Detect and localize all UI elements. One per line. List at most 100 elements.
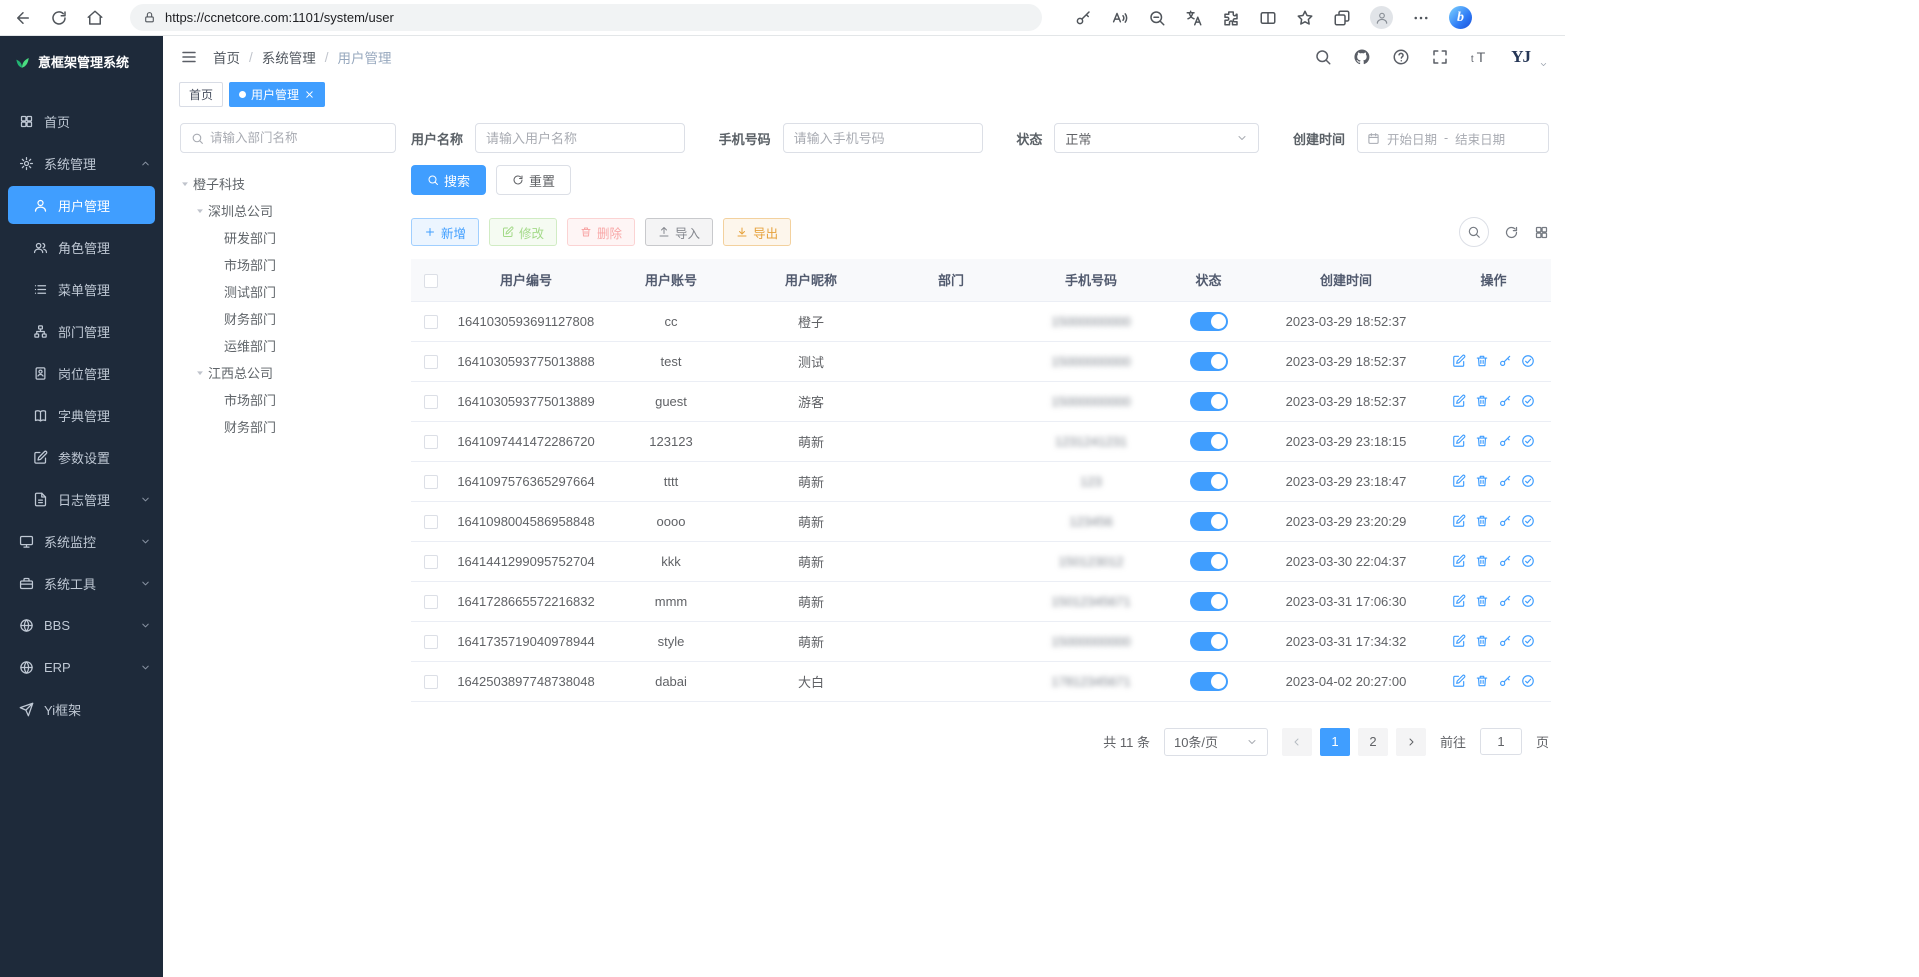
row-checkbox[interactable] [424, 315, 438, 329]
delete-row-icon[interactable] [1475, 554, 1489, 568]
tree-node[interactable]: 深圳总公司 [180, 197, 396, 224]
user-avatar[interactable]: YJ [1511, 47, 1530, 67]
reset-password-icon[interactable] [1498, 554, 1512, 568]
page-size-select[interactable]: 10条/页 [1164, 728, 1268, 756]
font-size-icon[interactable]: tT [1470, 47, 1490, 67]
sidebar-item-role[interactable]: 角色管理 [0, 226, 163, 268]
extensions-icon[interactable] [1222, 9, 1240, 27]
sidebar-item-log[interactable]: 日志管理 [0, 478, 163, 520]
sidebar-item-user[interactable]: 用户管理 [8, 186, 155, 224]
status-toggle[interactable] [1190, 592, 1228, 611]
browser-back-button[interactable] [14, 9, 32, 27]
reset-password-icon[interactable] [1498, 434, 1512, 448]
add-button[interactable]: 新增 [411, 218, 479, 246]
goto-page-input[interactable] [1480, 728, 1522, 755]
sidebar-item-erp[interactable]: ERP [0, 646, 163, 688]
status-toggle[interactable] [1190, 392, 1228, 411]
status-toggle[interactable] [1190, 632, 1228, 651]
row-checkbox[interactable] [424, 475, 438, 489]
reset-password-icon[interactable] [1498, 394, 1512, 408]
edit-button[interactable]: 修改 [489, 218, 557, 246]
assign-role-icon[interactable] [1521, 594, 1535, 608]
delete-row-icon[interactable] [1475, 514, 1489, 528]
delete-row-icon[interactable] [1475, 354, 1489, 368]
assign-role-icon[interactable] [1521, 394, 1535, 408]
toggle-search-button[interactable] [1459, 217, 1489, 247]
edit-row-icon[interactable] [1452, 514, 1466, 528]
assign-role-icon[interactable] [1521, 434, 1535, 448]
phone-input[interactable] [783, 123, 983, 153]
delete-button[interactable]: 删除 [567, 218, 635, 246]
refresh-table-icon[interactable] [1504, 225, 1519, 240]
assign-role-icon[interactable] [1521, 354, 1535, 368]
tree-node[interactable]: 市场部门 [180, 386, 396, 413]
status-toggle[interactable] [1190, 472, 1228, 491]
status-toggle[interactable] [1190, 312, 1228, 331]
assign-role-icon[interactable] [1521, 674, 1535, 688]
row-checkbox[interactable] [424, 635, 438, 649]
password-key-icon[interactable] [1074, 9, 1092, 27]
copilot-icon[interactable]: b [1449, 6, 1472, 29]
sidebar-item-system[interactable]: 系统管理 [0, 142, 163, 184]
page-button-1[interactable]: 1 [1320, 728, 1350, 756]
reset-password-icon[interactable] [1498, 474, 1512, 488]
export-button[interactable]: 导出 [723, 218, 791, 246]
status-toggle[interactable] [1190, 672, 1228, 691]
sidebar-item-post[interactable]: 岗位管理 [0, 352, 163, 394]
sidebar-item-yi[interactable]: Yi框架 [0, 688, 163, 730]
delete-row-icon[interactable] [1475, 394, 1489, 408]
edit-row-icon[interactable] [1452, 674, 1466, 688]
status-toggle[interactable] [1190, 552, 1228, 571]
tab-home[interactable]: 首页 [179, 82, 223, 107]
column-settings-icon[interactable] [1534, 225, 1549, 240]
assign-role-icon[interactable] [1521, 634, 1535, 648]
row-checkbox[interactable] [424, 595, 438, 609]
tree-node[interactable]: 财务部门 [180, 413, 396, 440]
reset-password-icon[interactable] [1498, 354, 1512, 368]
favorites-icon[interactable] [1296, 9, 1314, 27]
sidebar-item-home[interactable]: 首页 [0, 100, 163, 142]
collections-icon[interactable] [1333, 9, 1351, 27]
assign-role-icon[interactable] [1521, 474, 1535, 488]
date-range-picker[interactable]: 开始日期 - 结束日期 [1357, 123, 1549, 153]
search-button[interactable]: 搜索 [411, 165, 486, 195]
collapse-sidebar-icon[interactable] [180, 48, 198, 66]
delete-row-icon[interactable] [1475, 474, 1489, 488]
select-all-checkbox[interactable] [424, 274, 438, 288]
avatar-caret-icon[interactable] [1539, 60, 1548, 69]
tree-node[interactable]: 研发部门 [180, 224, 396, 251]
tree-node[interactable]: 财务部门 [180, 305, 396, 332]
next-page-button[interactable] [1396, 728, 1426, 756]
row-checkbox[interactable] [424, 435, 438, 449]
browser-menu-icon[interactable] [1412, 9, 1430, 27]
tree-node[interactable]: 市场部门 [180, 251, 396, 278]
sidebar-item-tools[interactable]: 系统工具 [0, 562, 163, 604]
edit-row-icon[interactable] [1452, 434, 1466, 448]
username-input[interactable] [475, 123, 685, 153]
tree-node[interactable]: 测试部门 [180, 278, 396, 305]
delete-row-icon[interactable] [1475, 634, 1489, 648]
delete-row-icon[interactable] [1475, 674, 1489, 688]
browser-profile-avatar[interactable] [1370, 6, 1393, 29]
edit-row-icon[interactable] [1452, 354, 1466, 368]
page-button-2[interactable]: 2 [1358, 728, 1388, 756]
read-aloud-icon[interactable] [1111, 9, 1129, 27]
fullscreen-icon[interactable] [1431, 48, 1449, 66]
department-search[interactable] [180, 123, 396, 153]
breadcrumb-system[interactable]: 系统管理 [262, 47, 316, 67]
delete-row-icon[interactable] [1475, 594, 1489, 608]
reset-button[interactable]: 重置 [496, 165, 571, 195]
sidebar-item-dict[interactable]: 字典管理 [0, 394, 163, 436]
help-icon[interactable] [1392, 48, 1410, 66]
row-checkbox[interactable] [424, 355, 438, 369]
status-toggle[interactable] [1190, 512, 1228, 531]
browser-home-button[interactable] [86, 9, 104, 27]
reset-password-icon[interactable] [1498, 634, 1512, 648]
github-icon[interactable] [1353, 48, 1371, 66]
assign-role-icon[interactable] [1521, 514, 1535, 528]
sidebar-item-dept[interactable]: 部门管理 [0, 310, 163, 352]
address-bar[interactable]: https://ccnetcore.com:1101/system/user [130, 4, 1042, 31]
translate-icon[interactable] [1185, 9, 1203, 27]
row-checkbox[interactable] [424, 675, 438, 689]
edit-row-icon[interactable] [1452, 594, 1466, 608]
